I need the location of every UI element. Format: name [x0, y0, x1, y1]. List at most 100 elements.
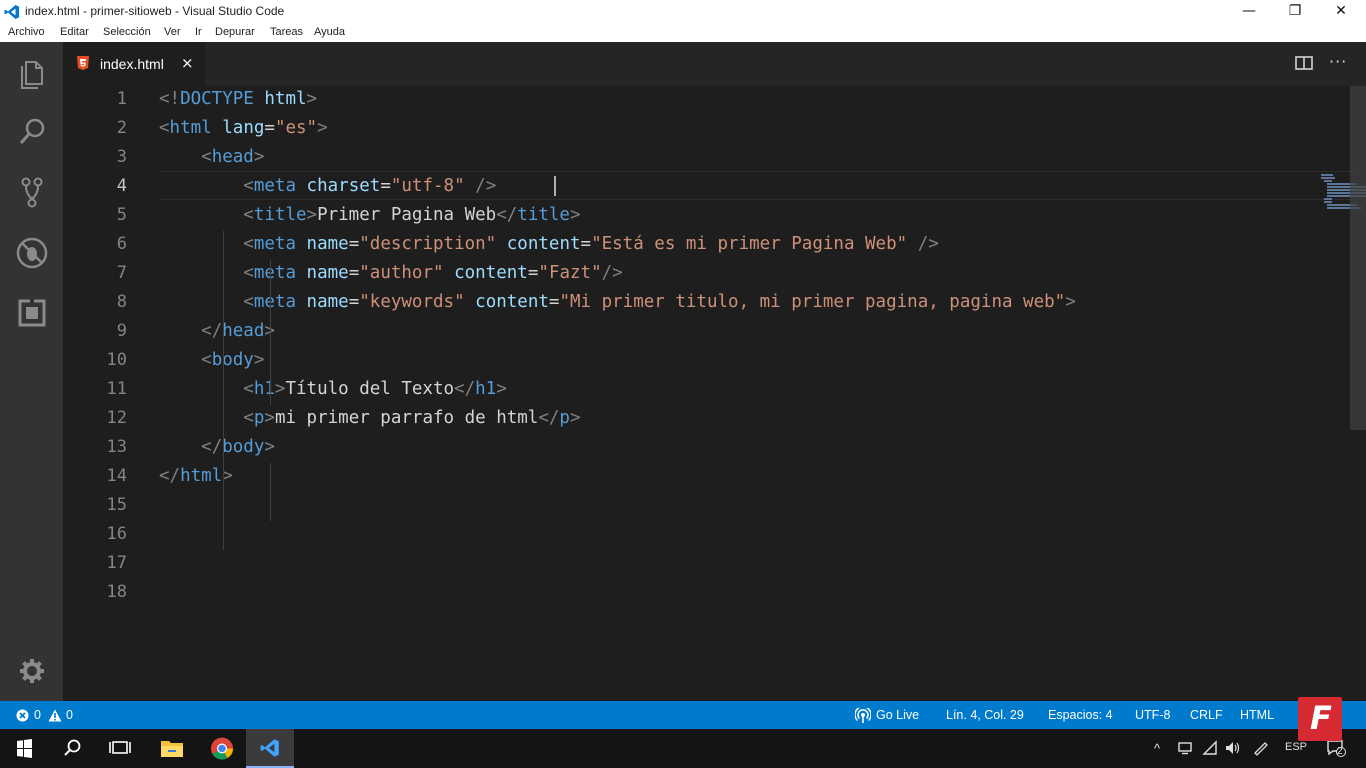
chrome-icon[interactable]	[198, 729, 246, 768]
code-editor[interactable]: 1 <!DOCTYPE html> 2 <html lang="es"> 3 <head…	[63, 86, 1366, 701]
line-number: 11	[106, 379, 127, 399]
code-line[interactable]: 12 <p>mi primer parrafo de html</p>	[63, 404, 1353, 433]
code-token: =	[348, 263, 360, 283]
gear-icon[interactable]	[12, 651, 52, 691]
notification-center-icon[interactable]	[1326, 739, 1346, 757]
code-text: <title>Primer Pagina Web</title>	[159, 201, 580, 230]
windows-taskbar: ^ ESP 2	[0, 729, 1366, 768]
code-line[interactable]: 9 </head>	[63, 317, 1353, 346]
warning-count[interactable]: 0	[66, 708, 73, 722]
encoding-setting[interactable]: UTF-8	[1135, 708, 1170, 722]
code-token: </	[159, 466, 181, 486]
warning-icon[interactable]	[48, 709, 62, 722]
code-line[interactable]: 13 </body>	[63, 433, 1353, 462]
menu-ayuda[interactable]: Ayuda	[314, 26, 345, 38]
code-text: </head>	[159, 317, 275, 346]
go-live-button[interactable]: Go Live	[876, 708, 919, 722]
menu-archivo[interactable]: Archivo	[8, 26, 45, 38]
code-line[interactable]: 14 </html>	[63, 462, 1353, 491]
code-line[interactable]: 17	[63, 549, 1353, 578]
menu-ver[interactable]: Ver	[164, 26, 181, 38]
code-line[interactable]: 6 <meta name="description" content="Está…	[63, 230, 1353, 259]
file-explorer-icon[interactable]	[148, 729, 196, 768]
maximize-button[interactable]: ❐	[1272, 0, 1318, 24]
code-line[interactable]: 4 <meta charset="utf-8" />	[63, 172, 1353, 201]
code-text: <meta name="description" content="Está e…	[159, 230, 938, 259]
line-number: 14	[106, 466, 127, 486]
code-token: =	[548, 292, 560, 312]
close-window-button[interactable]: ✕	[1318, 0, 1364, 24]
split-editor-icon[interactable]	[1295, 56, 1313, 70]
code-line[interactable]: 8 <meta name="keywords" content="Mi prim…	[63, 288, 1353, 317]
code-token: lang	[222, 118, 265, 138]
source-control-icon[interactable]	[12, 172, 52, 212]
code-token: html	[169, 118, 212, 138]
window-title: index.html - primer-sitioweb - Visual St…	[25, 4, 285, 18]
code-line[interactable]: 15	[63, 491, 1353, 520]
code-token: <	[201, 147, 212, 167]
menu-ir[interactable]: Ir	[195, 26, 202, 38]
eol-setting[interactable]: CRLF	[1190, 708, 1223, 722]
code-line[interactable]: 16	[63, 520, 1353, 549]
vertical-scrollbar[interactable]	[1350, 86, 1366, 430]
tray-pen-icon[interactable]	[1252, 740, 1270, 756]
menu-depurar[interactable]: Depurar	[215, 26, 255, 38]
tray-wifi-icon[interactable]	[1202, 740, 1218, 756]
tray-chevron-icon[interactable]: ^	[1154, 741, 1160, 756]
cursor-position[interactable]: Lín. 4, Col. 29	[946, 708, 1024, 722]
code-token: >	[569, 408, 581, 428]
code-line[interactable]: 11 <h1>Título del Texto</h1>	[63, 375, 1353, 404]
code-line[interactable]: 10 <body>	[63, 346, 1353, 375]
close-tab-button[interactable]: ×	[181, 54, 194, 72]
windows-start-icon[interactable]	[0, 729, 48, 768]
minimize-button[interactable]: —	[1226, 0, 1272, 24]
code-text: <h1>Título del Texto</h1>	[159, 375, 506, 404]
brand-logo: F	[1298, 697, 1342, 741]
debug-icon[interactable]	[12, 233, 52, 273]
line-number: 10	[106, 350, 127, 370]
code-line[interactable]: 18	[63, 578, 1353, 607]
code-line[interactable]: 3 <head>	[63, 143, 1353, 172]
code-token: "es"	[274, 118, 318, 138]
indentation-setting[interactable]: Espacios: 4	[1048, 708, 1113, 722]
code-token: "Mi primer titulo, mi primer pagina, pag…	[559, 292, 1066, 312]
code-line[interactable]: 2 <html lang="es">	[63, 114, 1353, 143]
code-token: body	[211, 350, 254, 370]
files-icon[interactable]	[12, 54, 52, 94]
search-icon[interactable]	[12, 112, 52, 152]
text-cursor	[554, 176, 556, 196]
tray-language[interactable]: ESP	[1285, 741, 1307, 753]
tray-volume-icon[interactable]	[1224, 740, 1242, 756]
broadcast-icon[interactable]	[855, 708, 871, 723]
vscode-taskbar-button[interactable]	[246, 729, 294, 768]
code-line[interactable]: 1 <!DOCTYPE html>	[63, 86, 1353, 114]
menu-editar[interactable]: Editar	[60, 26, 89, 38]
code-line[interactable]: 5 <title>Primer Pagina Web</title>	[63, 201, 1353, 230]
editor-tabs: index.html × ···	[63, 42, 1366, 86]
code-line[interactable]: 7 <meta name="author" content="Fazt"/>	[63, 259, 1353, 288]
notification-count: 2	[1337, 746, 1343, 757]
more-actions-icon[interactable]: ···	[1329, 52, 1347, 71]
task-view-icon[interactable]	[96, 729, 144, 768]
indent-guide	[223, 231, 224, 550]
tab-index-html[interactable]: index.html ×	[63, 42, 205, 86]
extensions-icon[interactable]	[12, 293, 52, 333]
menu-tareas[interactable]: Tareas	[270, 26, 303, 38]
menu-seleccion[interactable]: Selección	[103, 26, 151, 38]
code-text: <meta charset="utf-8" />	[159, 172, 496, 201]
language-mode[interactable]: HTML	[1240, 708, 1274, 722]
code-token: "description"	[359, 234, 497, 254]
code-token: >	[306, 89, 318, 109]
error-count[interactable]: 0	[34, 708, 41, 722]
search-icon[interactable]	[48, 729, 96, 768]
error-icon[interactable]	[16, 709, 29, 722]
tray-network-icon[interactable]	[1176, 741, 1194, 755]
code-token: =	[348, 234, 360, 254]
